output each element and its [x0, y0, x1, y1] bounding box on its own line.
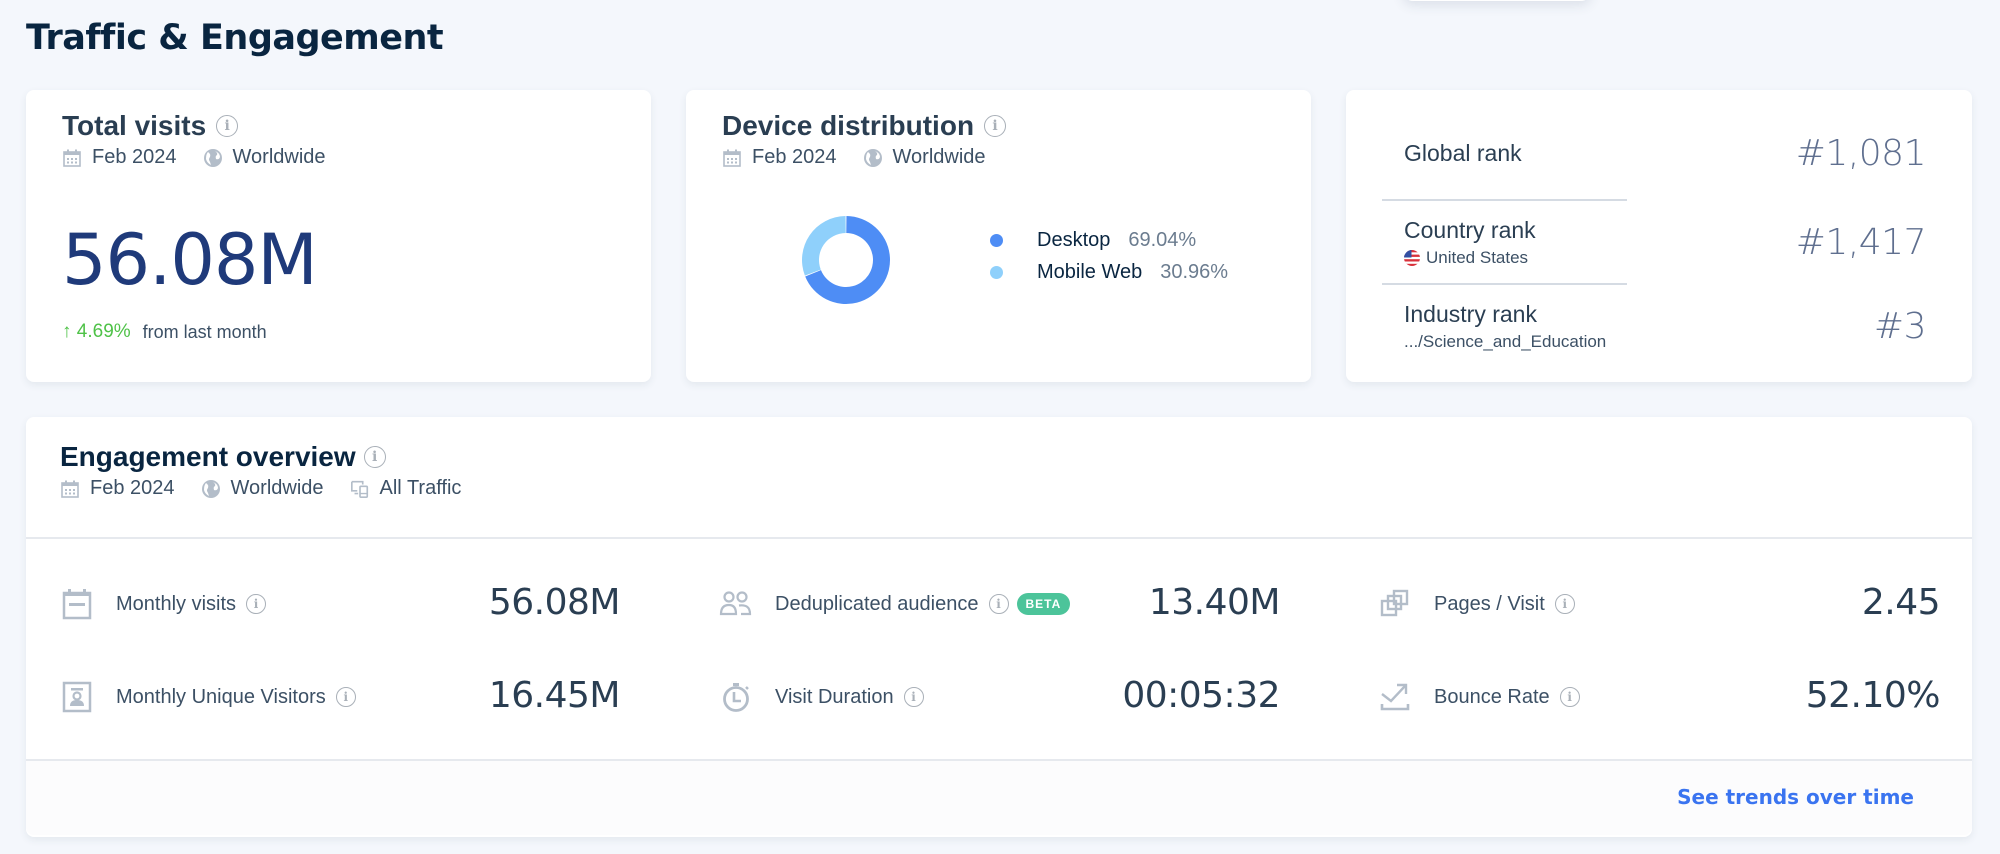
calendar-icon [62, 148, 82, 168]
country-rank-row: Country rank United States #1,417 [1382, 201, 1927, 283]
industry-name[interactable]: .../Science_and_Education [1404, 332, 1606, 352]
change-value: ↑ 4.69% [62, 321, 131, 343]
change-row: ↑ 4.69% from last month [62, 321, 615, 343]
industry-rank-row: Industry rank .../Science_and_Education … [1382, 285, 1927, 367]
metric-label: Pages / Visit [1434, 592, 1545, 615]
metric-value: 13.40M [1148, 582, 1281, 623]
donut-slice-mobile-web[interactable] [802, 216, 846, 276]
total-visits-title: Total visits [62, 110, 207, 141]
traffic-label: All Traffic [379, 477, 462, 499]
global-rank-label: Global rank [1404, 139, 1522, 166]
stopwatch-icon [719, 680, 753, 714]
card-title: Engagement overview i [60, 441, 1938, 473]
info-icon[interactable]: i [246, 594, 267, 614]
globe-icon [201, 479, 221, 499]
legend-item-mobile-web: Mobile Web 30.96% [990, 256, 1228, 288]
info-icon[interactable]: i [1559, 687, 1580, 707]
device-donut-chart [800, 214, 892, 306]
region-label: Worldwide [892, 146, 986, 168]
floating-panel-edge [1403, 0, 1591, 1]
country-rank-value: #1,417 [1795, 221, 1927, 263]
calendar-icon [722, 148, 742, 168]
industry-rank-label: Industry rank [1404, 300, 1537, 327]
info-icon[interactable]: i [984, 115, 1007, 137]
metric-value: 00:05:32 [1122, 675, 1280, 716]
card-title: Device distribution i [722, 110, 1275, 142]
industry-rank-value: #3 [1873, 305, 1927, 347]
info-icon[interactable]: i [903, 687, 924, 707]
total-visits-value: 56.08M [62, 219, 318, 301]
engagement-title: Engagement overview [60, 441, 356, 472]
device-legend: Desktop 69.04% Mobile Web 30.96% [990, 224, 1228, 288]
arrow-up-icon: ↑ [62, 321, 72, 342]
engagement-metrics: Monthly visits i 56.08M Deduplicated aud… [26, 539, 1972, 761]
metric-bounce-rate: Bounce Rate i [1378, 677, 1580, 717]
globe-icon [203, 148, 223, 168]
legend-dot [990, 233, 1003, 247]
total-visits-card: Total visits i Feb 2024 Worldwide 56.08M… [26, 90, 651, 382]
metric-value: 52.10% [1805, 675, 1941, 716]
change-percent: 4.69% [76, 321, 131, 342]
metric-label: Bounce Rate [1434, 685, 1550, 708]
region-label: Worldwide [230, 477, 324, 499]
device-distribution-title: Device distribution [722, 110, 975, 141]
legend-label: Mobile Web [1037, 260, 1143, 283]
period-label: Feb 2024 [752, 146, 837, 168]
period-label: Feb 2024 [90, 477, 175, 499]
info-icon[interactable]: i [1554, 594, 1575, 614]
period-label: Feb 2024 [92, 146, 177, 168]
metric-visit-duration: Visit Duration i [719, 677, 924, 717]
engagement-header: Engagement overview i Feb 2024 Worldwide… [26, 417, 1972, 539]
info-icon[interactable]: i [335, 687, 356, 707]
global-rank-value: #1,081 [1795, 132, 1927, 174]
globe-icon [863, 148, 883, 168]
legend-label: Desktop [1037, 228, 1111, 251]
metric-value: 56.08M [488, 582, 621, 623]
info-icon[interactable]: i [363, 446, 386, 468]
card-meta: Feb 2024 Worldwide All Traffic [60, 477, 1938, 500]
engagement-footer: See trends over time [26, 761, 1972, 835]
legend-value: 69.04% [1128, 228, 1197, 251]
visitor-icon [60, 680, 94, 714]
audience-icon [719, 587, 753, 621]
card-meta: Feb 2024 Worldwide [722, 146, 1275, 169]
bounce-icon [1378, 680, 1412, 714]
card-title: Total visits i [62, 110, 615, 142]
card-meta: Feb 2024 Worldwide [62, 146, 615, 169]
global-rank-row: Global rank #1,081 [1382, 117, 1927, 199]
region-label: Worldwide [232, 146, 326, 168]
device-distribution-card: Device distribution i Feb 2024 Worldwide… [686, 90, 1311, 382]
country-rank-label: Country rank [1404, 216, 1536, 243]
metric-label: Deduplicated audience [775, 592, 979, 615]
calendar-icon [60, 479, 80, 499]
pages-icon [1378, 587, 1412, 621]
legend-dot [990, 265, 1003, 279]
legend-item-desktop: Desktop 69.04% [990, 224, 1228, 256]
calendar-icon [60, 587, 94, 621]
metric-monthly-visits: Monthly visits i [60, 584, 267, 624]
legend-value: 30.96% [1160, 260, 1229, 283]
engagement-overview-card: Engagement overview i Feb 2024 Worldwide… [26, 417, 1972, 837]
metric-value: 16.45M [488, 675, 621, 716]
see-trends-link[interactable]: See trends over time [1677, 785, 1914, 809]
page-title: Traffic & Engagement [26, 18, 444, 58]
rank-card: Global rank #1,081 Country rank United S… [1346, 90, 1972, 382]
metric-label: Monthly visits [116, 592, 237, 615]
info-icon[interactable]: i [988, 594, 1009, 614]
metric-deduplicated-audience: Deduplicated audience i BETA [719, 584, 1071, 624]
devices-icon [350, 479, 370, 499]
metric-label: Monthly Unique Visitors [116, 685, 326, 708]
change-suffix: from last month [142, 321, 267, 342]
info-icon[interactable]: i [216, 115, 239, 137]
us-flag-icon [1404, 249, 1420, 266]
metric-label: Visit Duration [775, 685, 894, 708]
country-name[interactable]: United States [1426, 248, 1528, 268]
metric-value: 2.45 [1861, 582, 1941, 623]
metric-pages-per-visit: Pages / Visit i [1378, 584, 1575, 624]
metric-monthly-unique-visitors: Monthly Unique Visitors i [60, 677, 356, 717]
